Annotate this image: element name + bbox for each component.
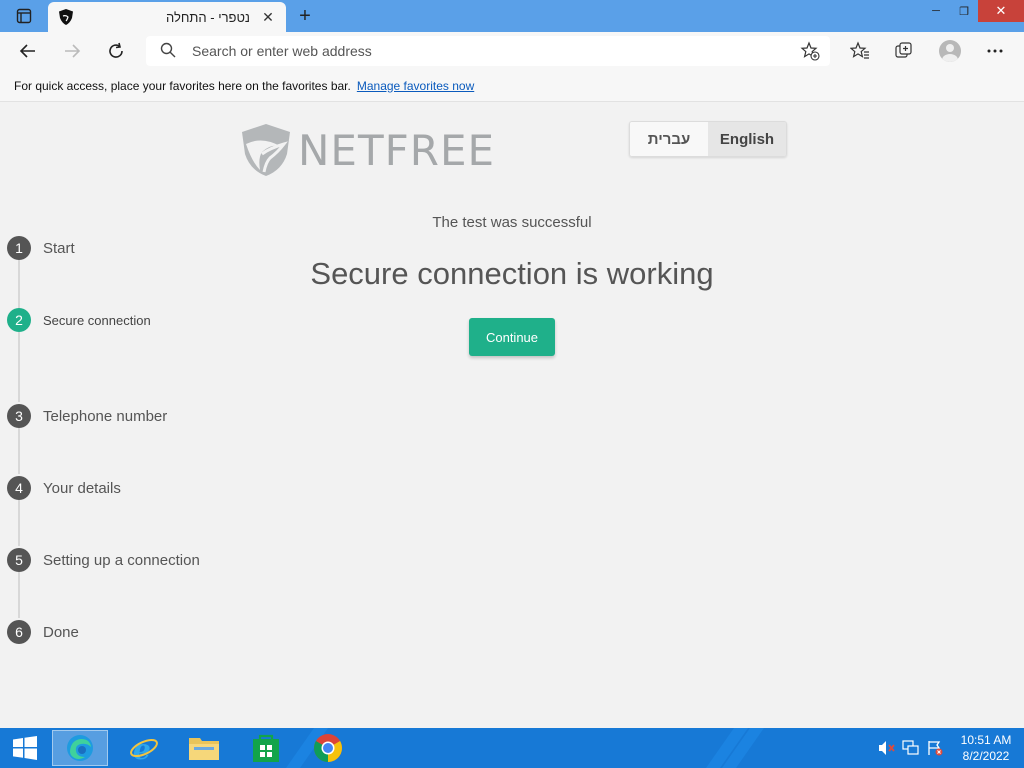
minimize-button[interactable]: ─	[922, 0, 950, 22]
settings-more-button[interactable]	[981, 37, 1009, 65]
window-close-button[interactable]: ✕	[978, 0, 1024, 22]
more-icon	[987, 49, 1003, 53]
chrome-icon	[314, 734, 342, 762]
taskbar-store[interactable]	[238, 730, 294, 766]
clock-time: 10:51 AM	[960, 733, 1012, 747]
system-tray: 10:51 AM 8/2/2022	[876, 728, 1024, 768]
windows-logo-icon	[13, 736, 37, 760]
browser-toolbar: Search or enter web address	[0, 32, 1024, 70]
step-start: 1 Start	[7, 236, 75, 260]
step-label: Telephone number	[43, 407, 168, 425]
forward-button[interactable]	[58, 37, 86, 65]
logo-wordmark: NETFREE	[298, 125, 496, 175]
refresh-button[interactable]	[102, 37, 130, 65]
clock-date: 8/2/2022	[962, 749, 1010, 763]
edge-icon	[67, 735, 93, 761]
step-number: 3	[7, 404, 31, 428]
step-connector	[18, 428, 20, 474]
taskbar-internet-explorer[interactable]: e	[116, 730, 172, 766]
refresh-icon	[109, 42, 123, 58]
window-controls: ─ ❐ ✕	[922, 0, 1024, 22]
start-button[interactable]	[0, 730, 50, 766]
step-label: Your details	[43, 479, 121, 497]
taskbar: e 10:51 AM 8/2/2022	[0, 728, 1024, 768]
forward-arrow-icon	[65, 44, 81, 58]
status-subtitle: The test was successful	[432, 214, 592, 231]
step-connector	[18, 500, 20, 546]
action-center-flag-icon[interactable]	[924, 738, 946, 758]
search-icon	[160, 42, 176, 63]
back-arrow-icon	[19, 44, 35, 58]
manage-favorites-link[interactable]: Manage favorites now	[357, 79, 474, 93]
tab-actions-button[interactable]	[8, 4, 40, 28]
favorites-bar-message: For quick access, place your favorites h…	[14, 78, 351, 93]
netfree-logo: NETFREE	[240, 122, 495, 178]
step-label: Secure connection	[43, 312, 151, 328]
netfree-shield-logo-icon	[242, 124, 290, 176]
step-connector	[18, 332, 20, 402]
step-number: 6	[7, 620, 31, 644]
internet-explorer-icon: e	[130, 733, 158, 763]
taskbar-clock[interactable]: 10:51 AM 8/2/2022	[948, 732, 1024, 764]
page-title: Secure connection is working	[310, 256, 714, 291]
taskbar-chrome[interactable]	[300, 730, 356, 766]
step-telephone-number: 3 Telephone number	[7, 404, 167, 428]
browser-title-bar: נטפרי - התחלה ✕ + ─ ❐ ✕	[0, 0, 1024, 32]
step-secure-connection: 2 Secure connection	[7, 308, 151, 332]
add-favorite-icon[interactable]	[800, 41, 820, 66]
step-label: Setting up a connection	[43, 551, 200, 569]
restore-button[interactable]: ❐	[950, 0, 978, 22]
language-hebrew-button[interactable]: עברית	[630, 122, 708, 156]
step-number: 4	[7, 476, 31, 500]
step-number: 5	[7, 548, 31, 572]
new-tab-button[interactable]: +	[292, 4, 318, 28]
favorites-bar: For quick access, place your favorites h…	[0, 70, 1024, 102]
collections-button[interactable]	[890, 37, 918, 65]
store-icon	[253, 734, 279, 762]
step-label: Start	[43, 239, 75, 257]
address-placeholder: Search or enter web address	[192, 43, 372, 59]
folder-icon	[189, 738, 219, 760]
page-content: NETFREE עברית English The test was succe…	[0, 102, 1024, 728]
profile-button[interactable]	[936, 37, 964, 65]
step-number: 1	[7, 236, 31, 260]
language-english-button[interactable]: English	[708, 122, 786, 156]
favorites-button[interactable]	[846, 37, 874, 65]
continue-button[interactable]: Continue	[469, 318, 555, 356]
language-switcher: עברית English	[629, 121, 787, 157]
step-label: Done	[43, 623, 79, 641]
favorites-icon	[850, 41, 869, 59]
tab-actions-icon	[16, 8, 32, 24]
svg-text:e: e	[133, 733, 151, 763]
step-done: 6 Done	[7, 620, 79, 644]
tab-close-icon[interactable]: ✕	[260, 9, 276, 25]
back-button[interactable]	[14, 37, 42, 65]
tab-title: נטפרי - התחלה	[166, 9, 250, 25]
collections-icon	[895, 42, 912, 58]
step-your-details: 4 Your details	[7, 476, 121, 500]
step-number: 2	[7, 308, 31, 332]
step-connector	[18, 572, 20, 618]
netfree-shield-icon	[58, 9, 74, 25]
volume-muted-icon[interactable]	[876, 738, 898, 758]
avatar	[939, 40, 961, 62]
taskbar-file-explorer[interactable]	[176, 730, 232, 766]
address-bar[interactable]: Search or enter web address	[146, 36, 830, 66]
taskbar-edge[interactable]	[52, 730, 108, 766]
step-setting-up-connection: 5 Setting up a connection	[7, 548, 200, 572]
browser-tab[interactable]: נטפרי - התחלה ✕	[48, 2, 286, 32]
network-icon[interactable]	[900, 738, 922, 758]
